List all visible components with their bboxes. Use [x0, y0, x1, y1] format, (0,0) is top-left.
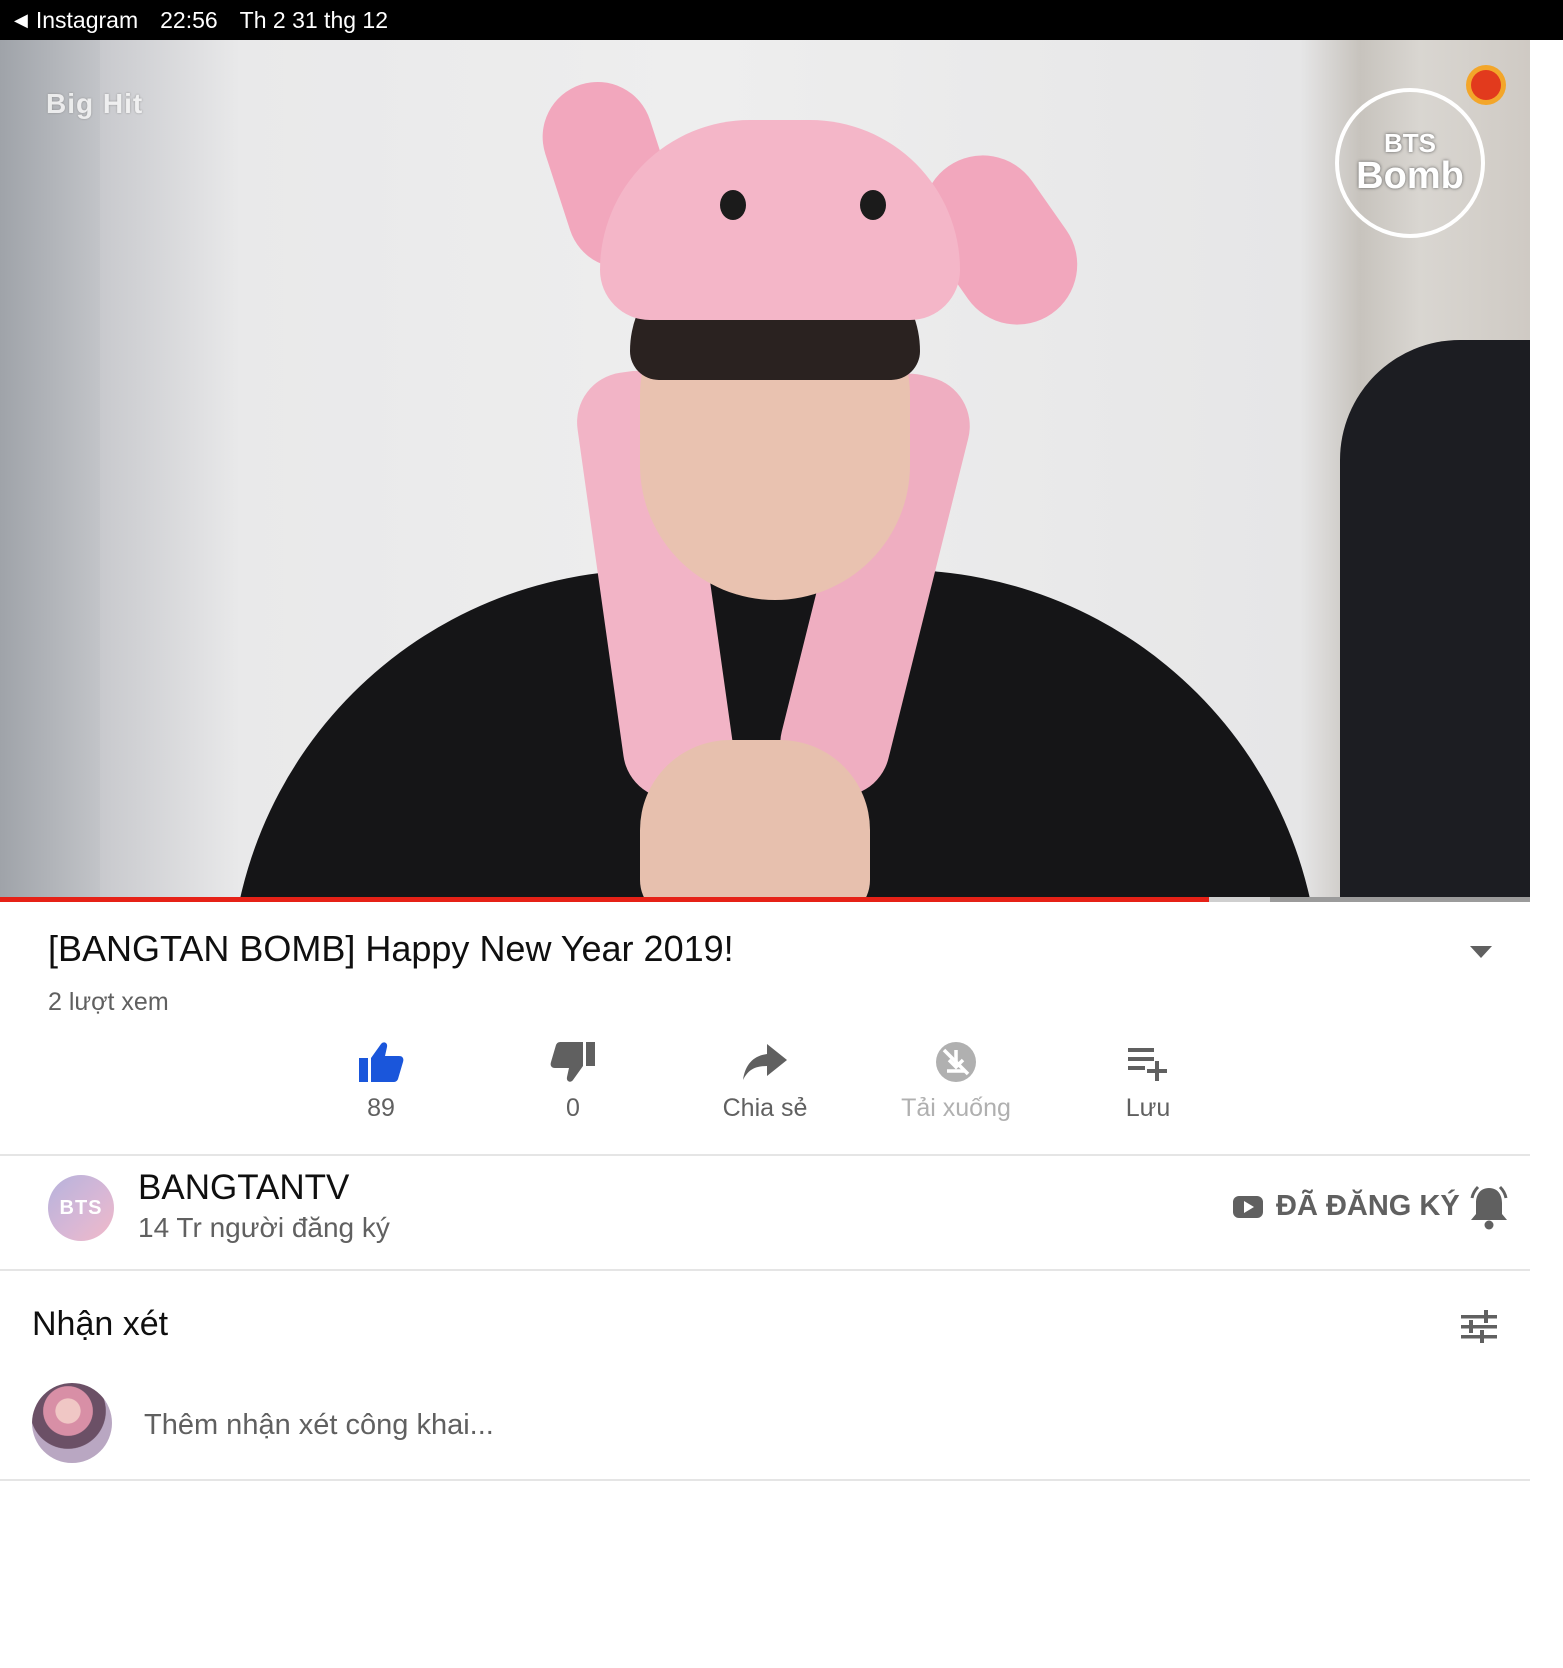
save-button[interactable]: Lưu [1068, 1040, 1228, 1123]
channel-name[interactable]: BANGTANTV [138, 1168, 349, 1208]
comments-title: Nhận xét [32, 1305, 169, 1343]
dislike-button[interactable]: 0 [493, 1040, 653, 1123]
bts-bomb-logo-line2: Bomb [1356, 155, 1464, 197]
divider [0, 1269, 1530, 1271]
save-label: Lưu [1125, 1094, 1171, 1122]
bts-bomb-logo-line1: BTS [1384, 128, 1436, 158]
divider [0, 1154, 1530, 1156]
thumb-up-icon [359, 1042, 404, 1082]
status-date: Th 2 31 thg 12 [239, 6, 389, 33]
thumb-down-icon [550, 1042, 595, 1082]
video-hat-eye-left [720, 190, 746, 220]
dislike-count: 0 [566, 1094, 580, 1122]
subscribed-label: ĐÃ ĐĂNG KÝ [1276, 1190, 1460, 1222]
video-person-jacket [1340, 340, 1530, 900]
video-played-bar [0, 897, 1209, 902]
video-background-door [0, 40, 100, 900]
user-avatar [32, 1383, 112, 1463]
download-off-icon [936, 1042, 976, 1082]
youtube-icon [1233, 1195, 1263, 1218]
playlist-add-icon [1128, 1048, 1167, 1081]
channel-avatar[interactable]: BTS [48, 1175, 114, 1241]
video-progress-bar[interactable] [0, 897, 1530, 902]
download-button[interactable]: Tải xuống [876, 1040, 1036, 1123]
download-label: Tải xuống [901, 1094, 1011, 1122]
share-button[interactable]: Chia sẻ [685, 1040, 845, 1123]
bomb-spark-icon [1471, 70, 1501, 100]
status-time: 22:56 [160, 6, 218, 33]
subscriber-count: 14 Tr người đăng ký [138, 1212, 390, 1243]
like-count: 89 [367, 1094, 395, 1122]
comment-input[interactable] [142, 1402, 1446, 1448]
status-bar: ◀ Instagram 22:56 Th 2 31 thg 12 [0, 0, 1563, 40]
back-arrow-icon[interactable]: ◀ [14, 10, 28, 31]
subscribed-button[interactable]: ĐÃ ĐĂNG KÝ [1232, 1190, 1460, 1223]
video-title: [BANGTAN BOMB] Happy New Year 2019! [48, 928, 734, 969]
share-icon [743, 1044, 787, 1080]
video-hat-eye-right [860, 190, 886, 220]
divider [0, 1479, 1530, 1481]
video-player[interactable]: Big Hit BTS Bomb [0, 40, 1530, 900]
expand-description-icon[interactable] [1466, 940, 1496, 964]
notification-bell-icon[interactable] [1468, 1184, 1510, 1230]
view-count: 2 lượt xem [48, 988, 169, 1016]
sort-comments-icon[interactable] [1460, 1308, 1498, 1346]
like-button[interactable]: 89 [301, 1040, 461, 1123]
bts-bomb-logo: BTS Bomb [1335, 70, 1501, 238]
bighit-watermark: Big Hit [46, 88, 144, 119]
back-to-app-label[interactable]: Instagram [36, 7, 138, 34]
video-person-hands [640, 740, 870, 900]
share-label: Chia sẻ [722, 1094, 808, 1122]
